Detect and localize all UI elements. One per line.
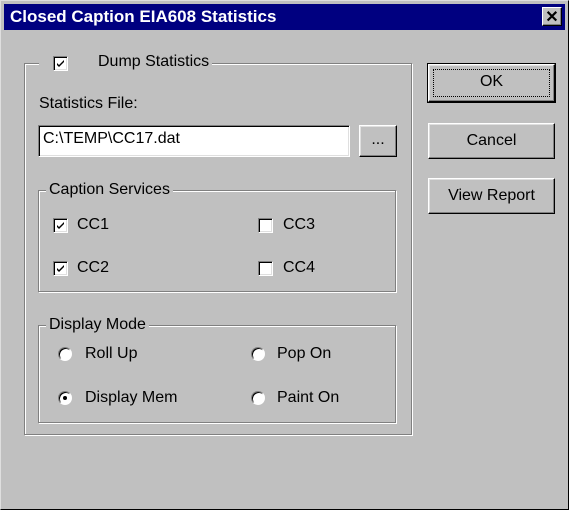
check-icon — [57, 222, 64, 229]
roll-up-radio[interactable] — [58, 347, 72, 361]
cc4-label: CC4 — [283, 259, 316, 276]
display-mode-legend: Display Mode — [46, 316, 149, 334]
close-button[interactable]: ✕ — [542, 7, 562, 26]
paint-on-radio[interactable] — [251, 391, 265, 405]
statistics-dialog: Closed Caption EIA608 Statistics ✕ Dump … — [0, 0, 569, 510]
roll-up-label: Roll Up — [85, 345, 138, 362]
check-icon — [57, 265, 64, 272]
focus-rectangle — [433, 69, 550, 97]
display-mem-radio[interactable] — [58, 391, 72, 405]
cc1-checkbox[interactable] — [53, 218, 68, 233]
display-mode-group — [38, 325, 396, 423]
title-bar[interactable]: Closed Caption EIA608 Statistics ✕ — [4, 4, 565, 30]
browse-button[interactable]: ... — [359, 125, 397, 157]
dump-statistics-label: Dump Statistics — [98, 53, 210, 70]
cc3-label: CC3 — [283, 216, 316, 233]
statistics-file-input[interactable]: C:\TEMP\CC17.dat — [38, 125, 350, 157]
window-title: Closed Caption EIA608 Statistics — [10, 7, 277, 26]
check-icon — [57, 60, 64, 67]
statistics-file-label: Statistics File: — [39, 95, 138, 112]
view-report-button[interactable]: View Report — [428, 178, 555, 214]
cc2-label: CC2 — [77, 259, 110, 276]
caption-services-legend: Caption Services — [46, 181, 173, 199]
paint-on-label: Paint On — [277, 389, 340, 406]
cc4-checkbox[interactable] — [258, 261, 273, 276]
cc2-checkbox[interactable] — [53, 261, 68, 276]
close-icon: ✕ — [545, 9, 559, 26]
cc3-checkbox[interactable] — [258, 218, 273, 233]
radio-selected-dot — [63, 396, 67, 400]
dump-statistics-legend: Dump Statistics — [39, 53, 213, 73]
ok-button[interactable]: OK — [427, 63, 556, 103]
dump-statistics-checkbox[interactable] — [53, 56, 68, 71]
pop-on-label: Pop On — [277, 345, 332, 362]
cc1-label: CC1 — [77, 216, 110, 233]
cancel-button[interactable]: Cancel — [428, 123, 555, 159]
display-mem-label: Display Mem — [85, 389, 178, 406]
pop-on-radio[interactable] — [251, 347, 265, 361]
